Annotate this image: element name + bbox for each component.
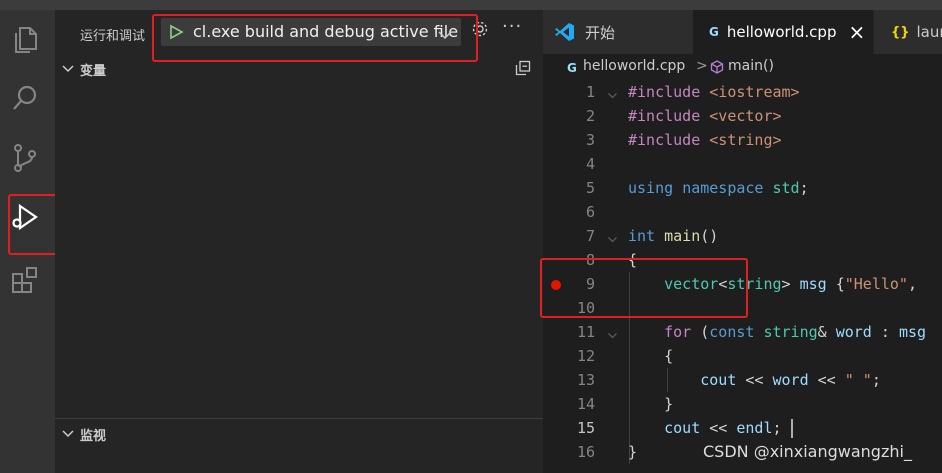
- chevron-down-icon: [61, 426, 75, 445]
- code-line[interactable]: 4: [543, 152, 942, 176]
- code-text: }: [628, 395, 674, 413]
- activity-bar: [0, 10, 93, 473]
- code-line[interactable]: 7 int main(): [543, 224, 942, 248]
- tab-launch-json[interactable]: {} laun: [874, 10, 942, 54]
- json-file-icon: {}: [891, 24, 910, 40]
- cpp-file-icon: G: [709, 25, 719, 39]
- variables-label: 变量: [80, 64, 107, 79]
- code-line[interactable]: 3 #include <string>: [543, 128, 942, 152]
- cpp-file-icon: G: [567, 61, 577, 75]
- code-text: #include <vector>: [628, 107, 782, 125]
- code-text: {: [628, 347, 674, 365]
- run-debug-sidebar: 运行和调试 cl.exe build and debug active file…: [55, 10, 543, 473]
- source-control-icon[interactable]: [7, 140, 43, 176]
- code-line[interactable]: 2 #include <vector>: [543, 104, 942, 128]
- code-text: int main(): [628, 227, 719, 245]
- breadcrumb: G helloworld.cpp > main(): [543, 54, 942, 80]
- annotation-box-launch-config: [152, 14, 478, 62]
- chevron-down-icon[interactable]: [607, 327, 618, 345]
- title-bar-strip: [0, 0, 942, 10]
- extensions-icon[interactable]: [7, 262, 43, 298]
- close-icon[interactable]: ×: [848, 20, 865, 44]
- tab-helloworld-cpp[interactable]: G helloworld.cpp ×: [693, 10, 873, 54]
- code-text: cout << word << " ";: [700, 371, 881, 389]
- code-line[interactable]: 13 cout << word << " ";: [543, 368, 942, 392]
- code-line[interactable]: 5 using namespace std;: [543, 176, 942, 200]
- tab-label: 开始: [585, 23, 616, 42]
- code-line[interactable]: 14 }: [543, 392, 942, 416]
- code-line[interactable]: 12 {: [543, 344, 942, 368]
- code-text: using namespace std;: [628, 179, 809, 197]
- editor-area: 开始 G helloworld.cpp × {} laun G hellowor…: [540, 10, 942, 473]
- annotation-box-breakpoint: [540, 258, 748, 318]
- more-actions-icon[interactable]: ···: [502, 16, 522, 37]
- text-cursor: [791, 419, 793, 438]
- watch-label: 监视: [80, 429, 107, 444]
- variables-section-header[interactable]: 变量: [55, 56, 543, 80]
- code-text: #include <string>: [628, 131, 782, 149]
- chevron-down-icon: [61, 61, 75, 80]
- section-divider: [55, 418, 543, 419]
- chevron-down-icon[interactable]: [607, 231, 618, 249]
- code-text: #include <iostream>: [628, 83, 800, 101]
- editor-tabs: 开始 G helloworld.cpp × {} laun: [543, 10, 942, 54]
- code-line[interactable]: 1 #include <iostream>: [543, 80, 942, 104]
- code-line[interactable]: 6: [543, 200, 942, 224]
- function-symbol-icon: [710, 60, 724, 78]
- breadcrumb-file[interactable]: helloworld.cpp: [583, 58, 685, 74]
- chevron-down-icon[interactable]: [607, 87, 618, 105]
- tab-label: helloworld.cpp: [726, 23, 837, 41]
- vscode-logo-icon: [555, 22, 575, 42]
- breadcrumb-separator: >: [696, 58, 708, 74]
- code-text: }: [628, 443, 638, 461]
- breadcrumb-symbol[interactable]: main(): [728, 58, 774, 74]
- tab-label: laun: [916, 23, 942, 41]
- tab-welcome[interactable]: 开始: [543, 10, 693, 54]
- collapse-all-icon[interactable]: [515, 60, 531, 80]
- sidebar-title: 运行和调试: [80, 29, 146, 44]
- watermark: CSDN @xinxiangwangzhi_: [703, 442, 912, 461]
- code-text: cout << endl;: [664, 419, 782, 437]
- code-line[interactable]: 11 for (const string& word : msg: [543, 320, 942, 344]
- code-line-current[interactable]: 15 cout << endl;: [543, 416, 942, 440]
- search-icon[interactable]: [7, 80, 43, 116]
- watch-section-header[interactable]: 监视: [55, 421, 543, 445]
- explorer-icon[interactable]: [7, 22, 43, 58]
- code-text: for (const string& word : msg: [664, 323, 927, 341]
